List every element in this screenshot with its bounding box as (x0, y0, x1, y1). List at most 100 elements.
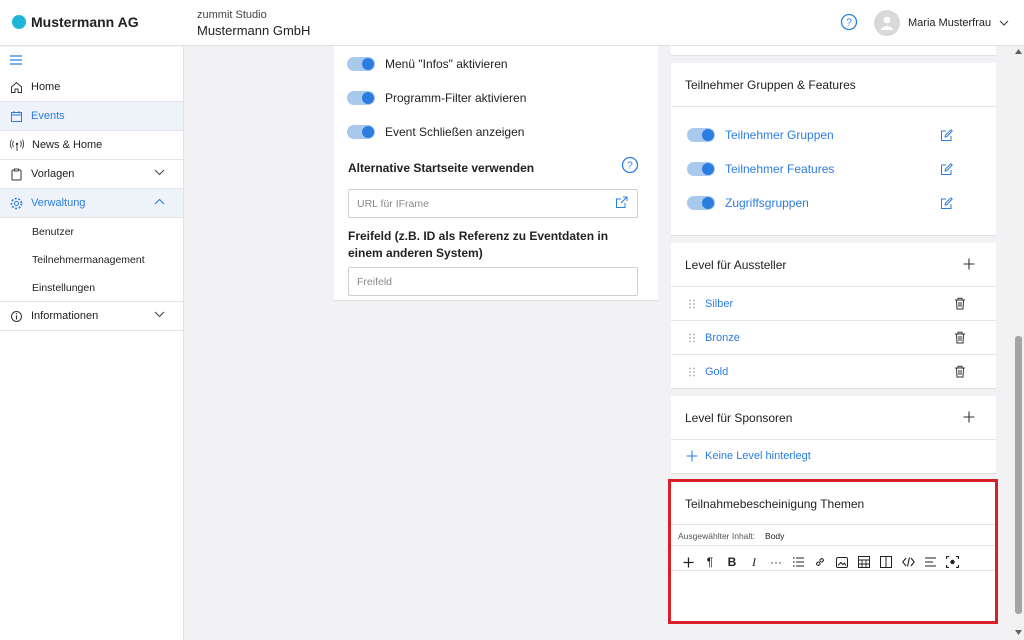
table-icon[interactable] (853, 552, 875, 572)
add-level-link[interactable]: Keine Level hinterlegt (686, 450, 811, 462)
user-icon (881, 16, 893, 30)
italic-icon[interactable]: I (743, 552, 765, 572)
image-icon[interactable] (831, 552, 853, 572)
chevron-up-icon (154, 198, 165, 205)
toggle-switch[interactable] (687, 196, 715, 210)
menu-toggle[interactable] (0, 47, 183, 73)
divider (671, 545, 996, 546)
scrollbar-thumb[interactable] (1015, 336, 1022, 614)
sidebar-item-news-home[interactable]: News & Home (0, 131, 183, 160)
iframe-url-input[interactable]: URL für IFrame (348, 189, 638, 218)
toggle-row-infos: Menü "Infos" aktivieren (347, 57, 508, 71)
sidebar-item-label: Verwaltung (31, 197, 86, 209)
embed-icon[interactable] (941, 552, 963, 572)
company-name: Mustermann GmbH (197, 23, 311, 38)
trash-icon[interactable] (954, 331, 966, 344)
level-row-gold[interactable]: Gold (671, 355, 996, 389)
edit-icon[interactable] (940, 163, 953, 176)
drag-handle-icon[interactable] (688, 299, 696, 309)
trash-icon[interactable] (954, 365, 966, 378)
selected-content-info: Ausgewählter Inhalt: Body (678, 531, 784, 541)
page-scrollbar[interactable] (1013, 46, 1024, 640)
level-name[interactable]: Bronze (705, 332, 740, 344)
plus-icon[interactable] (963, 411, 975, 423)
help-circle-icon[interactable]: ? (840, 13, 858, 31)
drag-handle-icon[interactable] (688, 367, 696, 377)
sidebar-item-label: Vorlagen (31, 168, 75, 180)
paragraph-icon[interactable]: ¶ (699, 552, 721, 572)
editor-toolbar: ¶ B I ··· (677, 552, 963, 572)
sidebar-item-label: Events (31, 110, 65, 122)
columns-icon[interactable] (875, 552, 897, 572)
group-row-zugriffsgruppen: Zugriffsgruppen (687, 196, 809, 210)
freefield-input[interactable]: Freifeld (348, 267, 638, 296)
plus-icon[interactable] (963, 258, 975, 270)
help-circle-icon[interactable]: ? (621, 156, 639, 174)
toggle-row-programm-filter: Programm-Filter aktivieren (347, 91, 526, 105)
exhibitor-levels-card: Level für Aussteller Silber Bronze Gold (671, 243, 996, 389)
group-row-teilnehmer-gruppen: Teilnehmer Gruppen (687, 128, 834, 142)
freefield-label: Freifeld (z.B. ID als Referenz zu Eventd… (348, 229, 609, 260)
sidebar-item-informationen[interactable]: Informationen (0, 302, 183, 331)
iframe-url-placeholder: URL für IFrame (357, 198, 429, 210)
group-link[interactable]: Zugriffsgruppen (725, 196, 809, 210)
plus-icon[interactable] (677, 552, 699, 572)
sidebar-item-label: Informationen (31, 310, 99, 322)
group-link[interactable]: Teilnehmer Features (725, 162, 834, 176)
level-row-silber[interactable]: Silber (671, 287, 996, 321)
card-title: Level für Aussteller (685, 258, 787, 272)
group-row-teilnehmer-features: Teilnehmer Features (687, 162, 834, 176)
selected-content-value[interactable]: Body (765, 531, 784, 541)
home-icon (11, 81, 22, 93)
level-name[interactable]: Gold (705, 366, 728, 378)
sidebar-item-events[interactable]: Events (0, 102, 183, 131)
link-icon[interactable] (809, 552, 831, 572)
user-menu[interactable]: Maria Musterfrau (874, 10, 1009, 36)
level-name[interactable]: Silber (705, 298, 733, 310)
sidebar-item-verwaltung[interactable]: Verwaltung (0, 189, 183, 218)
sidebar-subitem-teilnehmermanagement[interactable]: Teilnehmermanagement (0, 246, 183, 274)
align-icon[interactable] (919, 552, 941, 572)
toggle-label: Programm-Filter aktivieren (385, 91, 527, 105)
toggle-switch[interactable] (687, 128, 715, 142)
brand-dot-icon (12, 15, 26, 29)
calendar-icon (11, 110, 22, 122)
plus-icon (686, 450, 698, 462)
sidebar-subitem-benutzer[interactable]: Benutzer (0, 218, 183, 246)
code-icon[interactable] (897, 552, 919, 572)
group-link[interactable]: Teilnehmer Gruppen (725, 128, 834, 142)
card-title: Teilnehmer Gruppen & Features (685, 78, 856, 92)
divider (671, 524, 996, 525)
empty-levels-label: Keine Level hinterlegt (705, 450, 811, 462)
selected-content-label: Ausgewählter Inhalt: (678, 531, 756, 541)
edit-icon[interactable] (940, 129, 953, 142)
previous-card-stub (671, 46, 996, 56)
toggle-switch[interactable] (687, 162, 715, 176)
brand-logo[interactable]: Mustermann AG (12, 14, 139, 30)
divider (671, 106, 996, 107)
studio-label: zummit Studio (197, 9, 267, 21)
avatar (874, 10, 900, 36)
trash-icon[interactable] (954, 297, 966, 310)
list-icon[interactable] (787, 552, 809, 572)
scroll-down-icon[interactable] (1015, 630, 1022, 635)
toggle-switch[interactable] (347, 57, 375, 71)
hamburger-icon (10, 55, 22, 65)
toggle-switch[interactable] (347, 125, 375, 139)
certificate-topics-card: Teilnahmebescheinigung Themen Ausgewählt… (671, 482, 996, 622)
more-icon[interactable]: ··· (765, 552, 787, 572)
level-row-bronze[interactable]: Bronze (671, 321, 996, 355)
editor-content-area[interactable] (671, 571, 996, 621)
sidebar-item-vorlagen[interactable]: Vorlagen (0, 160, 183, 189)
external-link-icon[interactable] (615, 196, 628, 209)
sidebar-subitem-einstellungen[interactable]: Einstellungen (0, 274, 183, 302)
scroll-up-icon[interactable] (1015, 49, 1022, 54)
toggle-switch[interactable] (347, 91, 375, 105)
edit-icon[interactable] (940, 197, 953, 210)
gear-icon (10, 197, 23, 209)
drag-handle-icon[interactable] (688, 333, 696, 343)
bold-icon[interactable]: B (721, 552, 743, 572)
chevron-down-icon (154, 311, 165, 318)
sidebar-item-home[interactable]: Home (0, 73, 183, 102)
participant-groups-card: Teilnehmer Gruppen & Features Teilnehmer… (671, 63, 996, 236)
